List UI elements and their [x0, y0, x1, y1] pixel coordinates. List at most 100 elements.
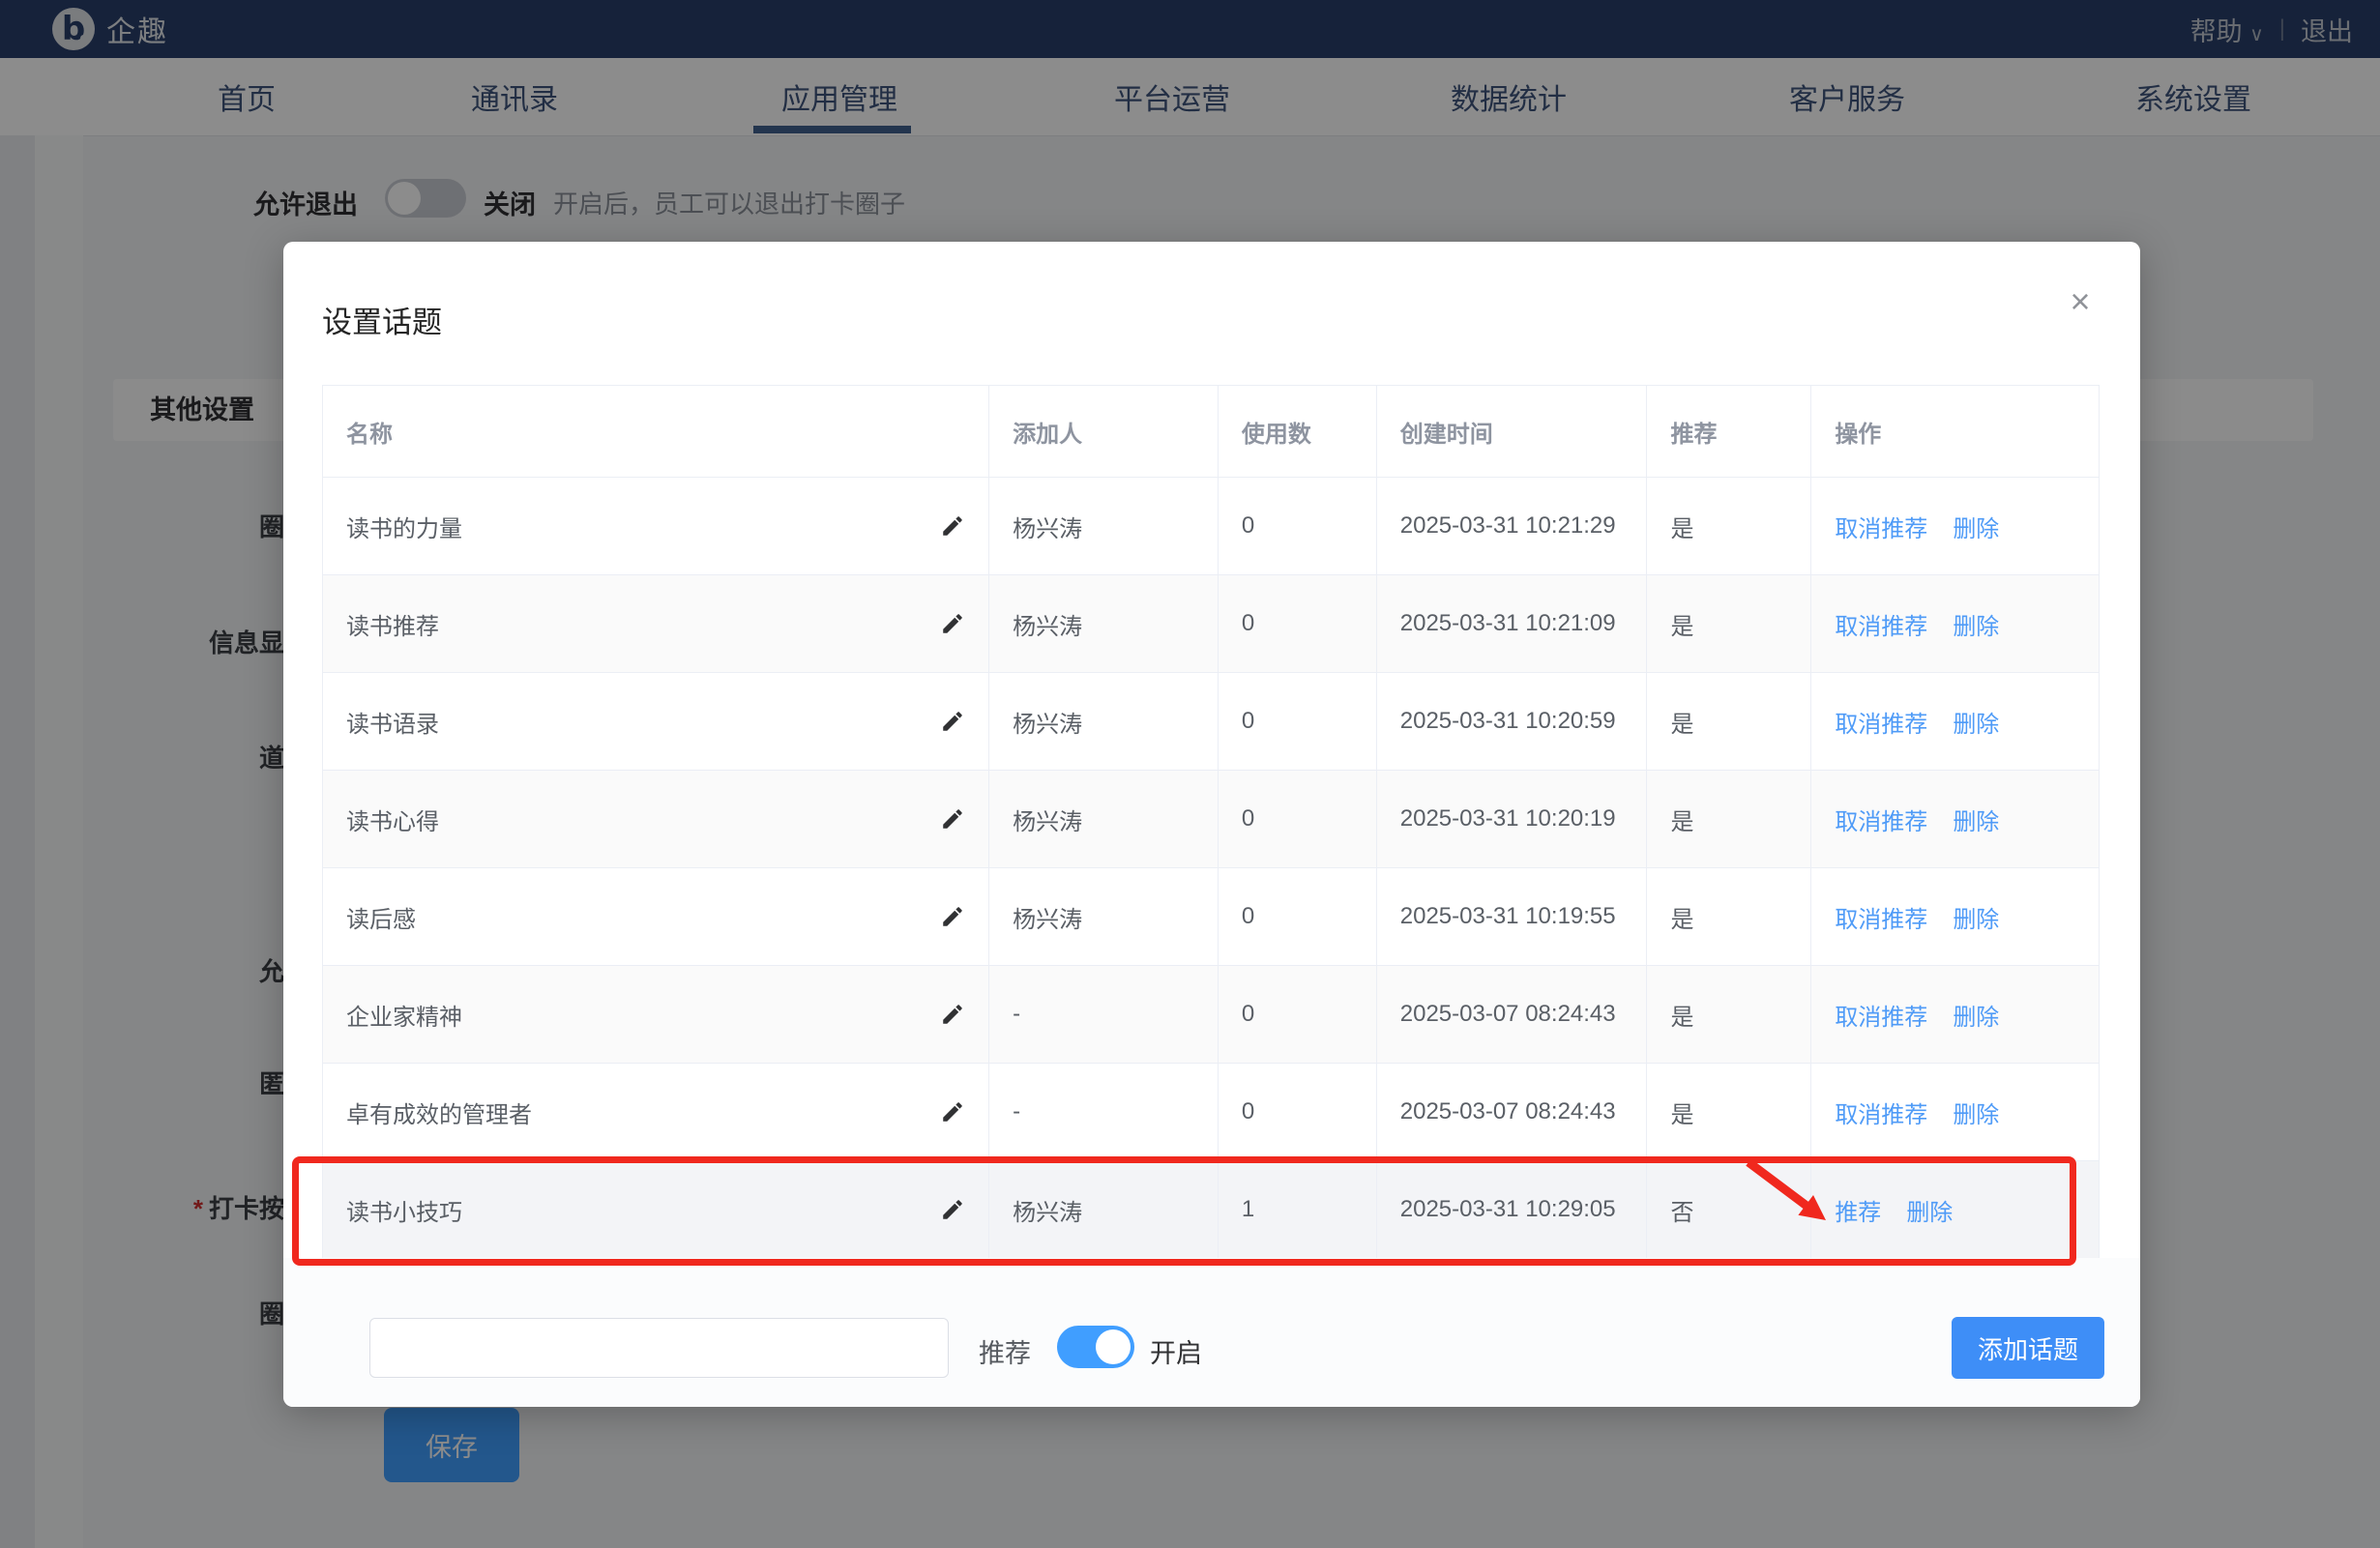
delete-link[interactable]: 删除 — [1953, 803, 1999, 836]
recommend-toggle-state: 开启 — [1150, 1339, 1202, 1368]
cell-topic-name: 读书小技巧 — [323, 1161, 990, 1258]
edit-icon[interactable] — [940, 806, 965, 832]
topic-name: 读书语录 — [346, 711, 439, 738]
cell-actions: 取消推荐 删除 — [1811, 575, 2099, 672]
toggle-recommend-link[interactable]: 取消推荐 — [1835, 900, 1927, 934]
cell-actions: 取消推荐 删除 — [1811, 868, 2099, 965]
cell-topic-name: 读后感 — [323, 868, 990, 965]
cell-adder: 杨兴涛 — [989, 673, 1219, 770]
cell-recommended: 否 — [1647, 1161, 1812, 1258]
cell-topic-name: 读书的力量 — [323, 478, 990, 574]
table-row: 读书推荐 杨兴涛 0 2025-03-31 10:21:09 是取消推荐 删除 — [323, 575, 2099, 673]
cell-adder: 杨兴涛 — [989, 575, 1219, 672]
cell-topic-name: 卓有成效的管理者 — [323, 1064, 990, 1160]
cell-use-count: 1 — [1219, 1161, 1377, 1258]
edit-icon[interactable] — [940, 611, 965, 636]
cell-use-count: 0 — [1219, 771, 1377, 867]
cell-actions: 取消推荐 删除 — [1811, 1064, 2099, 1160]
cell-use-count: 0 — [1219, 575, 1377, 672]
toggle-recommend-link[interactable]: 取消推荐 — [1835, 510, 1927, 543]
cell-recommended: 是 — [1647, 868, 1812, 965]
toggle-recommend-link[interactable]: 推荐 — [1835, 1193, 1881, 1227]
delete-link[interactable]: 删除 — [1953, 900, 1999, 934]
cell-created-time: 2025-03-07 08:24:43 — [1377, 1064, 1648, 1160]
topic-table: 名称 添加人 使用数 创建时间 推荐 操作 读书的力量 杨兴涛 0 2025-03-31 10:… — [322, 385, 2100, 1259]
cell-use-count: 0 — [1219, 478, 1377, 574]
table-row: 企业家精神 -0 2025-03-07 08:24:43 是取消推荐 删除 — [323, 966, 2099, 1064]
topic-name: 企业家精神 — [346, 1004, 462, 1031]
set-topic-modal: 设置话题 × 名称 添加人 使用数 创建时间 推荐 操作 读书的力量 杨兴涛 0 2025-03… — [283, 242, 2140, 1407]
toggle-recommend-link[interactable]: 取消推荐 — [1835, 607, 1927, 641]
table-row: 读后感 杨兴涛 0 2025-03-31 10:19:55 是取消推荐 删除 — [323, 868, 2099, 966]
cell-recommended: 是 — [1647, 1064, 1812, 1160]
cell-created-time: 2025-03-31 10:21:09 — [1377, 575, 1648, 672]
new-topic-input[interactable] — [369, 1318, 949, 1378]
cell-actions: 取消推荐 删除 — [1811, 966, 2099, 1063]
topic-name: 读书小技巧 — [346, 1199, 462, 1226]
delete-link[interactable]: 删除 — [1906, 1193, 1953, 1227]
delete-link[interactable]: 删除 — [1953, 705, 1999, 739]
cell-adder: 杨兴涛 — [989, 1161, 1219, 1258]
cell-created-time: 2025-03-31 10:21:29 — [1377, 478, 1648, 574]
topic-name: 读后感 — [346, 906, 416, 933]
cell-actions: 取消推荐 删除 — [1811, 771, 2099, 867]
edit-icon[interactable] — [940, 513, 965, 539]
cell-created-time: 2025-03-31 10:20:19 — [1377, 771, 1648, 867]
topic-name: 读书推荐 — [346, 613, 439, 640]
close-icon[interactable]: × — [2059, 280, 2101, 323]
delete-link[interactable]: 删除 — [1953, 607, 1999, 641]
table-row: 读书的力量 杨兴涛 0 2025-03-31 10:21:29 是取消推荐 删除 — [323, 478, 2099, 575]
column-header: 操作 — [1835, 421, 1882, 448]
cell-actions: 取消推荐 删除 — [1811, 478, 2099, 574]
toggle-recommend-link[interactable]: 取消推荐 — [1835, 803, 1927, 836]
cell-recommended: 是 — [1647, 966, 1812, 1063]
delete-link[interactable]: 删除 — [1953, 510, 1999, 543]
cell-adder: - — [989, 1064, 1219, 1160]
add-topic-button[interactable]: 添加话题 — [1952, 1317, 2104, 1379]
table-row: 读书心得 杨兴涛 0 2025-03-31 10:20:19 是取消推荐 删除 — [323, 771, 2099, 868]
topic-name: 卓有成效的管理者 — [346, 1101, 532, 1128]
cell-use-count: 0 — [1219, 673, 1377, 770]
column-header: 推荐 — [1647, 386, 1812, 477]
edit-icon[interactable] — [940, 904, 965, 929]
cell-created-time: 2025-03-31 10:20:59 — [1377, 673, 1648, 770]
toggle-recommend-link[interactable]: 取消推荐 — [1835, 998, 1927, 1032]
cell-topic-name: 企业家精神 — [323, 966, 990, 1063]
cell-created-time: 2025-03-07 08:24:43 — [1377, 966, 1648, 1063]
edit-icon[interactable] — [940, 1099, 965, 1124]
cell-adder: 杨兴涛 — [989, 478, 1219, 574]
modal-title: 设置话题 — [322, 306, 442, 339]
column-header: 使用数 — [1219, 386, 1377, 477]
cell-use-count: 0 — [1219, 1064, 1377, 1160]
cell-use-count: 0 — [1219, 966, 1377, 1063]
table-row: 卓有成效的管理者 -0 2025-03-07 08:24:43 是取消推荐 删除 — [323, 1064, 2099, 1161]
cell-recommended: 是 — [1647, 771, 1812, 867]
table-row: 读书小技巧 杨兴涛 1 2025-03-31 10:29:05 否推荐 删除 — [323, 1161, 2099, 1259]
cell-topic-name: 读书推荐 — [323, 575, 990, 672]
cell-created-time: 2025-03-31 10:29:05 — [1377, 1161, 1648, 1258]
cell-topic-name: 读书语录 — [323, 673, 990, 770]
recommend-toggle-label: 推荐 — [979, 1339, 1031, 1368]
toggle-recommend-link[interactable]: 取消推荐 — [1835, 1095, 1927, 1129]
edit-icon[interactable] — [940, 1197, 965, 1222]
table-header-row: 名称 添加人 使用数 创建时间 推荐 操作 — [323, 386, 2099, 478]
edit-icon[interactable] — [940, 1002, 965, 1027]
cell-actions: 取消推荐 删除 — [1811, 673, 2099, 770]
delete-link[interactable]: 删除 — [1953, 1095, 1999, 1129]
recommend-toggle[interactable] — [1057, 1326, 1134, 1368]
cell-actions: 推荐 删除 — [1811, 1161, 2099, 1258]
cell-recommended: 是 — [1647, 575, 1812, 672]
toggle-recommend-link[interactable]: 取消推荐 — [1835, 705, 1927, 739]
screen: b 企趣 帮助 ∨ | 退出 首页 通讯录 应用管理 平台运营 数据统计 客户服务 系统设置… — [0, 0, 2380, 1548]
cell-recommended: 是 — [1647, 478, 1812, 574]
cell-adder: - — [989, 966, 1219, 1063]
delete-link[interactable]: 删除 — [1953, 998, 1999, 1032]
cell-topic-name: 读书心得 — [323, 771, 990, 867]
edit-icon[interactable] — [940, 709, 965, 734]
topic-name: 读书心得 — [346, 808, 439, 835]
cell-recommended: 是 — [1647, 673, 1812, 770]
table-row: 读书语录 杨兴涛 0 2025-03-31 10:20:59 是取消推荐 删除 — [323, 673, 2099, 771]
topic-name: 读书的力量 — [346, 515, 462, 542]
column-header: 名称 — [323, 386, 990, 477]
column-header: 创建时间 — [1377, 386, 1648, 477]
